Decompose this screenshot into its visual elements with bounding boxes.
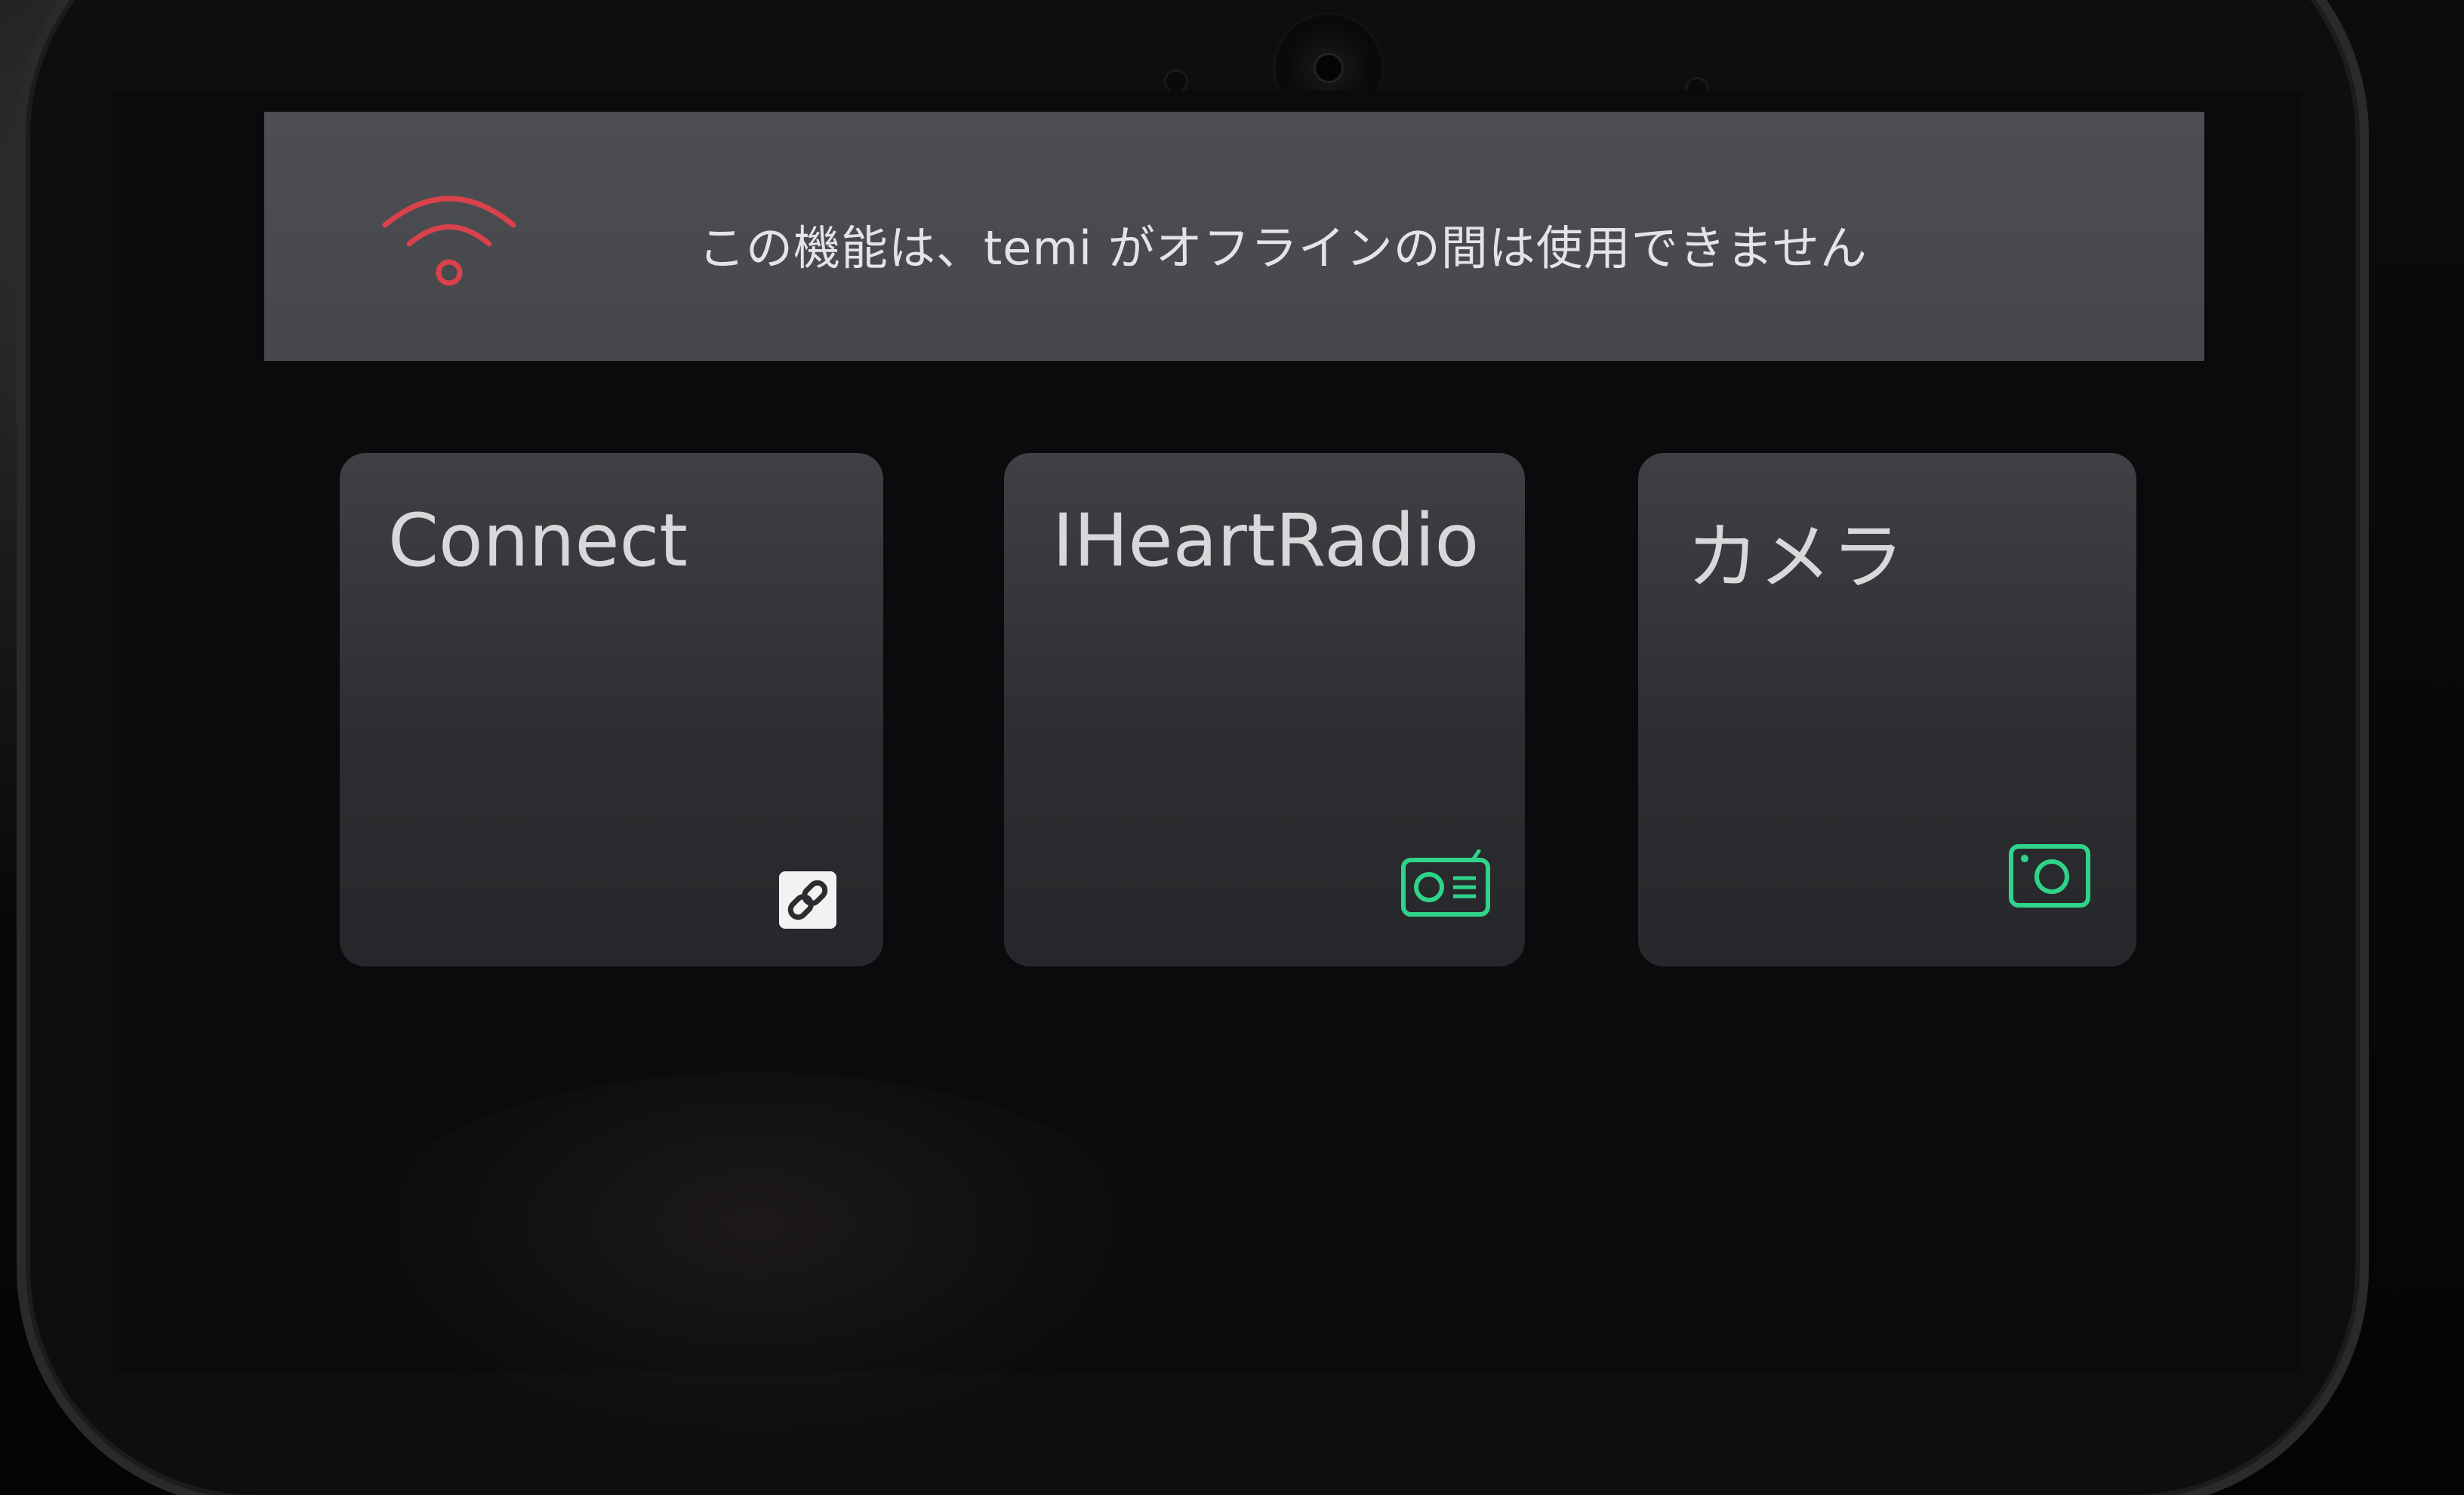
tile-camera[interactable]: カメラ <box>1638 453 2136 966</box>
tile-connect[interactable]: Connect <box>340 453 883 966</box>
tile-title-connect: Connect <box>388 498 688 583</box>
tile-title-iheartradio: IHeartRadio <box>1052 498 1480 583</box>
sensor-left <box>1166 72 1186 91</box>
offline-message: この機能は、temi がオフラインの間は使用できません <box>698 220 1868 276</box>
offline-banner: この機能は、temi がオフラインの間は使用できません <box>264 112 2204 361</box>
tile-title-camera: カメラ <box>1686 515 1904 600</box>
wifi-offline-icon <box>382 196 516 286</box>
link-icon <box>779 871 836 929</box>
device-bezel: この機能は、temi がオフラインの間は使用できません Connect IHea… <box>30 0 2355 1495</box>
device-screen: この機能は、temi がオフラインの間は使用できません Connect IHea… <box>113 91 2302 1450</box>
radio-icon <box>1401 849 1490 917</box>
screen-reflection <box>340 1072 1170 1450</box>
camera-lens <box>1316 55 1341 81</box>
tile-iheartradio[interactable]: IHeartRadio <box>1004 453 1525 966</box>
camera-icon <box>2009 844 2090 908</box>
